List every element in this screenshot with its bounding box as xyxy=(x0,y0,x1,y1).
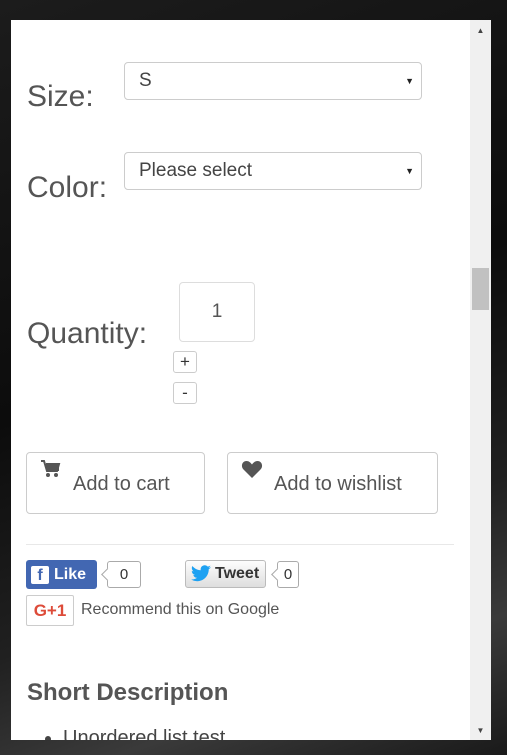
color-label: Color: xyxy=(27,171,108,204)
facebook-like-button[interactable]: f Like xyxy=(26,560,97,589)
color-select-value: Please select xyxy=(139,160,253,181)
tweet-count: 0 xyxy=(277,561,299,588)
heart-icon xyxy=(241,459,263,485)
size-select[interactable]: S ▼ xyxy=(124,62,422,100)
list-item: Unordered list test xyxy=(63,727,225,740)
google-recommend-text: Recommend this on Google xyxy=(81,601,280,618)
scrollbar-thumb[interactable] xyxy=(472,268,489,310)
vertical-scrollbar[interactable]: ▲ ▼ xyxy=(470,20,491,740)
quantity-decrement-button[interactable]: - xyxy=(173,382,197,404)
divider xyxy=(26,544,454,545)
add-to-wishlist-button[interactable]: Add to wishlist xyxy=(227,452,438,514)
like-count: 0 xyxy=(107,561,141,588)
dropdown-arrow-icon: ▼ xyxy=(405,166,414,176)
short-description-list: Unordered list test xyxy=(27,727,225,740)
add-to-wishlist-label: Add to wishlist xyxy=(274,473,402,495)
size-label: Size: xyxy=(27,80,94,113)
browser-viewport: Size: S ▼ Color: Please select ▼ Quantit… xyxy=(11,20,491,740)
cart-icon xyxy=(40,459,62,485)
quantity-increment-button[interactable]: + xyxy=(173,351,197,373)
add-to-cart-button[interactable]: Add to cart xyxy=(26,452,205,514)
add-to-cart-label: Add to cart xyxy=(73,473,170,495)
google-plus-one-button[interactable]: G+1 xyxy=(26,595,74,626)
facebook-icon: f xyxy=(31,565,49,584)
color-select[interactable]: Please select ▼ xyxy=(124,152,422,190)
product-options-panel: Size: S ▼ Color: Please select ▼ Quantit… xyxy=(11,20,470,740)
tweet-label: Tweet xyxy=(215,565,260,582)
quantity-input[interactable]: 1 xyxy=(179,282,255,342)
scroll-up-arrow-icon[interactable]: ▲ xyxy=(470,20,491,40)
twitter-bird-icon xyxy=(190,565,212,583)
quantity-label: Quantity: xyxy=(27,317,148,350)
dropdown-arrow-icon: ▼ xyxy=(405,76,414,86)
tweet-button[interactable]: Tweet xyxy=(185,560,266,588)
short-description-heading: Short Description xyxy=(27,679,229,706)
scroll-down-arrow-icon[interactable]: ▼ xyxy=(470,720,491,740)
facebook-like-label: Like xyxy=(54,565,87,583)
size-select-value: S xyxy=(139,70,152,91)
